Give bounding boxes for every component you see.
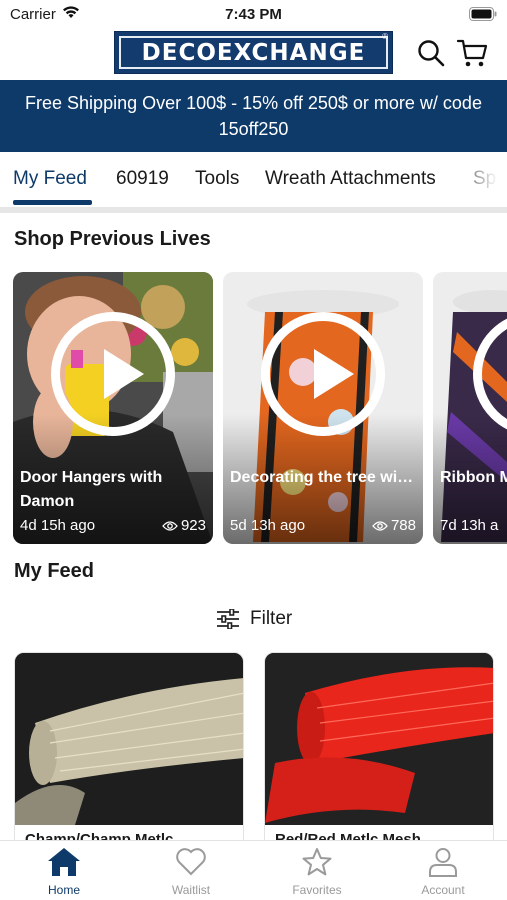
category-tabs: My Feed 60919 Tools Wreath Attachments S…	[0, 152, 507, 208]
app-header: DECOEXCHANGE ®	[0, 30, 507, 78]
tab-tools[interactable]: Tools	[195, 168, 239, 190]
filter-button[interactable]: Filter	[216, 606, 292, 632]
live-title: Door Hangers with Damon	[20, 469, 163, 510]
search-icon[interactable]	[417, 39, 445, 67]
tab-my-feed[interactable]: My Feed	[13, 168, 87, 190]
tabbar-favorites[interactable]: Favorites	[267, 847, 367, 897]
home-icon	[48, 848, 80, 876]
status-time: 7:43 PM	[225, 6, 282, 23]
live-title: Ribbon M Jordan a	[440, 469, 507, 486]
logo-registered-mark: ®	[382, 32, 388, 41]
bottom-tab-bar: Home Waitlist Favorites Account	[0, 840, 507, 900]
person-icon	[429, 848, 457, 877]
tabbar-favorites-label: Favorites	[292, 883, 342, 897]
eye-icon	[162, 520, 178, 531]
live-views: 788	[372, 517, 416, 534]
tabbar-waitlist[interactable]: Waitlist	[141, 847, 241, 897]
product-card[interactable]: Red/Red Metlc Mesh	[264, 652, 494, 852]
live-views-count: 788	[390, 517, 416, 534]
tabs-divider	[0, 207, 507, 213]
play-icon[interactable]	[261, 312, 385, 436]
tabbar-home-label: Home	[47, 883, 80, 897]
product-image	[15, 653, 243, 825]
promo-text: Free Shipping Over 100$ - 15% off 250$ o…	[25, 93, 482, 139]
logo-text: DECOEXCHANGE	[141, 39, 366, 66]
cart-icon[interactable]	[456, 37, 488, 69]
tabbar-home[interactable]: Home	[14, 847, 114, 897]
play-icon[interactable]	[51, 312, 175, 436]
battery-icon	[469, 7, 497, 21]
live-card[interactable]: Decorating the tree with Jordan and Me..…	[223, 272, 423, 544]
heart-icon	[176, 848, 206, 876]
tabbar-account[interactable]: Account	[393, 847, 493, 897]
my-feed-title: My Feed	[14, 560, 95, 582]
star-icon	[302, 848, 332, 876]
status-bar: Carrier 7:43 PM	[0, 0, 507, 30]
active-tab-indicator	[13, 200, 92, 205]
promo-banner[interactable]: Free Shipping Over 100$ - 15% off 250$ o…	[0, 80, 507, 152]
live-card[interactable]: Ribbon M Jordan a 7d 13h a	[433, 272, 507, 544]
decoexchange-logo[interactable]: DECOEXCHANGE ®	[114, 31, 393, 74]
tabs-fade-overlay	[447, 152, 507, 208]
tabbar-account-label: Account	[421, 883, 465, 897]
tab-60919[interactable]: 60919	[116, 168, 169, 190]
live-views-count: 923	[180, 517, 206, 534]
shop-previous-lives-title: Shop Previous Lives	[14, 228, 211, 250]
tab-wreath-attachments[interactable]: Wreath Attachments	[265, 168, 436, 190]
product-image	[265, 653, 493, 825]
sliders-icon	[217, 609, 239, 629]
live-title: Decorating the tree with Jordan and Me..…	[230, 469, 415, 486]
filter-label: Filter	[250, 608, 293, 629]
logo-frame: DECOEXCHANGE	[119, 36, 388, 69]
tabbar-waitlist-label: Waitlist	[171, 883, 211, 897]
live-time: 5d 13h ago	[230, 517, 306, 534]
live-time: 4d 15h ago	[20, 517, 96, 534]
product-card[interactable]: Champ/Champ Metlc	[14, 652, 244, 852]
live-views: 923	[162, 517, 206, 534]
live-card[interactable]: Door Hangers with Damon 4d 15h ago 923	[13, 272, 213, 544]
live-time: 7d 13h a	[440, 517, 499, 534]
eye-icon	[372, 520, 388, 531]
